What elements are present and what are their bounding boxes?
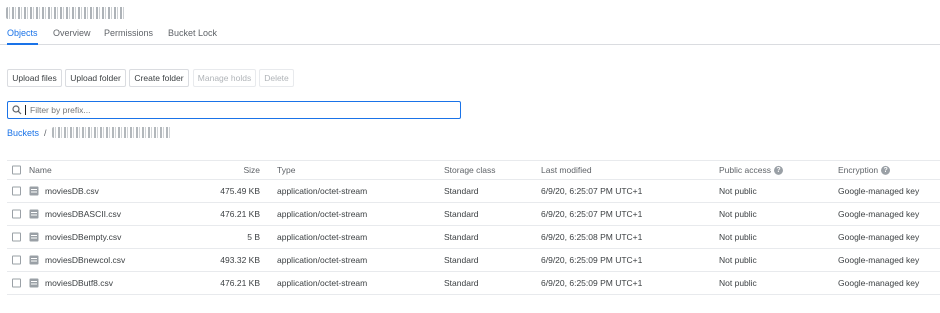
file-name-link[interactable]: moviesDBASCII.csv	[45, 209, 121, 219]
column-header-public-access: Public access?	[719, 165, 783, 176]
table-row[interactable]: moviesDBASCII.csv 476.21 KB application/…	[7, 203, 940, 226]
row-checkbox[interactable]	[12, 278, 21, 288]
file-type: application/octet-stream	[277, 255, 368, 265]
filter-input[interactable]	[30, 105, 450, 115]
file-icon	[29, 232, 39, 242]
encryption: Google-managed key	[838, 186, 920, 196]
file-type: application/octet-stream	[277, 232, 368, 242]
encryption: Google-managed key	[838, 255, 920, 265]
table-row[interactable]: moviesDBempty.csv 5 B application/octet-…	[7, 226, 940, 249]
breadcrumb-bucket-redacted	[51, 127, 172, 138]
delete-button[interactable]: Delete	[259, 69, 294, 87]
storage-class: Standard	[444, 232, 479, 242]
select-all-checkbox[interactable]	[12, 165, 21, 175]
file-icon	[29, 278, 39, 288]
table-row[interactable]: moviesDB.csv 475.49 KB application/octet…	[7, 180, 940, 203]
last-modified: 6/9/20, 6:25:07 PM UTC+1	[541, 209, 643, 219]
public-access: Not public	[719, 255, 757, 265]
breadcrumb: Buckets /	[7, 127, 172, 138]
last-modified: 6/9/20, 6:25:09 PM UTC+1	[541, 255, 643, 265]
column-header-storage-class[interactable]: Storage class	[444, 165, 496, 175]
column-header-size[interactable]: Size	[243, 165, 260, 175]
file-type: application/octet-stream	[277, 186, 368, 196]
column-header-name[interactable]: Name	[29, 165, 52, 175]
file-size: 476.21 KB	[220, 209, 260, 219]
row-checkbox[interactable]	[12, 209, 21, 219]
public-access: Not public	[719, 232, 757, 242]
objects-table: Name Size Type Storage class Last modifi…	[7, 160, 940, 295]
row-checkbox[interactable]	[12, 232, 21, 242]
column-header-encryption: Encryption?	[838, 165, 891, 176]
public-access: Not public	[719, 278, 757, 288]
tab-overview[interactable]: Overview	[53, 28, 91, 45]
file-name-link[interactable]: moviesDBnewcol.csv	[45, 255, 125, 265]
storage-class: Standard	[444, 186, 479, 196]
tab-bucket-lock[interactable]: Bucket Lock	[168, 28, 217, 45]
file-name-link[interactable]: moviesDButf8.csv	[45, 278, 113, 288]
column-header-type[interactable]: Type	[277, 165, 295, 175]
public-access: Not public	[719, 186, 757, 196]
file-type: application/octet-stream	[277, 278, 368, 288]
tab-objects[interactable]: Objects	[7, 28, 38, 45]
help-icon[interactable]: ?	[773, 166, 783, 176]
upload-folder-button[interactable]: Upload folder	[65, 69, 126, 87]
encryption: Google-managed key	[838, 278, 920, 288]
manage-holds-button[interactable]: Manage holds	[193, 69, 256, 87]
text-caret	[25, 105, 26, 115]
tab-permissions[interactable]: Permissions	[104, 28, 153, 45]
row-checkbox[interactable]	[12, 186, 21, 196]
last-modified: 6/9/20, 6:25:07 PM UTC+1	[541, 186, 643, 196]
file-type: application/octet-stream	[277, 209, 368, 219]
column-header-last-modified[interactable]: Last modified	[541, 165, 592, 175]
public-access-label[interactable]: Public access	[719, 165, 771, 175]
table-row[interactable]: moviesDBnewcol.csv 493.32 KB application…	[7, 249, 940, 272]
help-icon[interactable]: ?	[881, 166, 891, 176]
file-name-link[interactable]: moviesDB.csv	[45, 186, 99, 196]
public-access: Not public	[719, 209, 757, 219]
file-size: 493.32 KB	[220, 255, 260, 265]
file-icon	[29, 186, 39, 196]
encryption: Google-managed key	[838, 232, 920, 242]
file-name-link[interactable]: moviesDBempty.csv	[45, 232, 121, 242]
storage-class: Standard	[444, 255, 479, 265]
file-size: 5 B	[247, 232, 260, 242]
filter-box[interactable]	[7, 101, 461, 119]
file-icon	[29, 255, 39, 265]
breadcrumb-separator: /	[44, 127, 47, 138]
bucket-name-redacted	[6, 7, 126, 19]
encryption-label[interactable]: Encryption	[838, 165, 878, 175]
tab-bar: Objects Overview Permissions Bucket Lock	[0, 24, 940, 45]
table-row[interactable]: moviesDButf8.csv 476.21 KB application/o…	[7, 272, 940, 295]
last-modified: 6/9/20, 6:25:08 PM UTC+1	[541, 232, 643, 242]
file-size: 476.21 KB	[220, 278, 260, 288]
create-folder-button[interactable]: Create folder	[129, 69, 189, 87]
file-icon	[29, 209, 39, 219]
row-checkbox[interactable]	[12, 255, 21, 265]
search-icon	[12, 105, 22, 115]
upload-files-button[interactable]: Upload files	[7, 69, 62, 87]
file-size: 475.49 KB	[220, 186, 260, 196]
encryption: Google-managed key	[838, 209, 920, 219]
last-modified: 6/9/20, 6:25:09 PM UTC+1	[541, 278, 643, 288]
table-header-row: Name Size Type Storage class Last modifi…	[7, 160, 940, 180]
breadcrumb-buckets-link[interactable]: Buckets	[7, 128, 39, 138]
storage-class: Standard	[444, 278, 479, 288]
storage-class: Standard	[444, 209, 479, 219]
